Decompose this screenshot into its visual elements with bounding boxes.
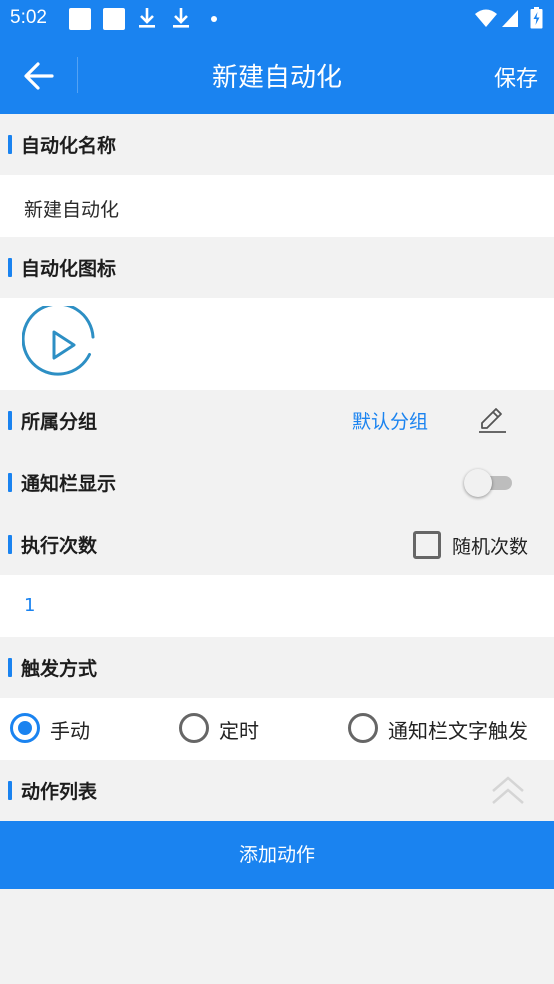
- trigger-options: 手动 定时 通知栏文字触发: [0, 698, 554, 760]
- toggle-thumb: [464, 469, 492, 497]
- section-label: 触发方式: [21, 658, 98, 680]
- double-chevron-up-icon[interactable]: [488, 770, 528, 810]
- download-icon: [139, 8, 155, 28]
- icon-row: [0, 298, 554, 390]
- status-bar: 5:02: [0, 0, 554, 37]
- section-accent-bar: [8, 535, 12, 554]
- wifi-icon: [475, 9, 497, 27]
- section-label: 执行次数: [21, 535, 98, 557]
- download-icon: [173, 8, 189, 28]
- section-header-actions: 动作列表: [0, 760, 554, 821]
- random-count-label[interactable]: 随机次数: [452, 532, 528, 559]
- section-accent-bar: [8, 135, 12, 154]
- play-circle-icon[interactable]: [22, 306, 100, 384]
- pencil-edit-icon[interactable]: [476, 404, 508, 436]
- section-header-exec-count: 执行次数 随机次数: [0, 514, 554, 575]
- section-accent-bar: [8, 473, 12, 492]
- section-label: 通知栏显示: [21, 473, 117, 495]
- notification-toggle[interactable]: [464, 468, 516, 498]
- section-label: 动作列表: [21, 781, 98, 803]
- section-accent-bar: [8, 411, 12, 430]
- exec-count-field[interactable]: 1: [0, 575, 554, 637]
- notification-image-icon: [69, 8, 91, 30]
- section-header-icon: 自动化图标: [0, 237, 554, 298]
- save-button[interactable]: 保存: [494, 61, 538, 93]
- radio-manual-selected[interactable]: [9, 712, 41, 744]
- signal-icon: [502, 10, 518, 27]
- more-notifications-icon: [211, 16, 217, 22]
- section-label: 自动化名称: [21, 135, 117, 157]
- section-accent-bar: [8, 781, 12, 800]
- section-header-notification: 通知栏显示: [0, 452, 554, 513]
- radio-notification-text[interactable]: [347, 712, 379, 744]
- name-input-value[interactable]: 新建自动化: [24, 195, 119, 222]
- exec-count-input-value[interactable]: 1: [24, 595, 35, 616]
- notification-image-icon: [103, 8, 125, 30]
- group-value[interactable]: 默认分组: [352, 407, 428, 434]
- section-header-name: 自动化名称: [0, 114, 554, 175]
- section-accent-bar: [8, 658, 12, 677]
- section-accent-bar: [8, 258, 12, 277]
- section-header-trigger: 触发方式: [0, 637, 554, 698]
- section-label: 所属分组: [21, 411, 98, 433]
- radio-label-manual[interactable]: 手动: [50, 715, 90, 744]
- status-time: 5:02: [10, 7, 47, 28]
- random-count-checkbox[interactable]: [413, 531, 441, 559]
- battery-charging-icon: [530, 7, 543, 29]
- page-title: 新建自动化: [211, 63, 342, 93]
- radio-scheduled[interactable]: [178, 712, 210, 744]
- radio-label-scheduled[interactable]: 定时: [219, 715, 259, 744]
- app-bar: 新建自动化 保存: [0, 37, 554, 114]
- radio-label-notification-text[interactable]: 通知栏文字触发: [388, 715, 528, 744]
- section-header-group: 所属分组 默认分组: [0, 390, 554, 451]
- name-field[interactable]: 新建自动化: [0, 175, 554, 237]
- add-action-button[interactable]: 添加动作: [0, 821, 554, 889]
- section-label: 自动化图标: [21, 258, 117, 280]
